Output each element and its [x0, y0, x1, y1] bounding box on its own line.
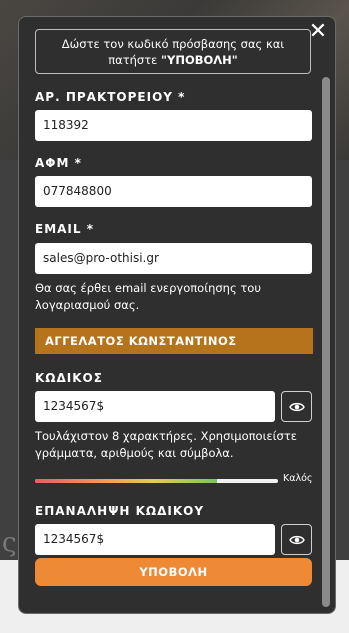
- afm-input[interactable]: 077848800: [35, 176, 312, 207]
- agency-number-label: ΑΡ. ΠΡΑΚΤΟΡΕΙΟΥ *: [35, 90, 186, 104]
- repeat-password-input[interactable]: 1234567$: [35, 524, 275, 555]
- password-visibility-toggle[interactable]: [281, 391, 312, 422]
- eye-icon: [289, 535, 305, 545]
- password-hint: Τουλάχιστον 8 χαρακτήρες. Χρησιμοποιείστ…: [35, 429, 297, 460]
- password-label: ΚΩΔΙΚΟΣ: [35, 371, 103, 385]
- email-label: EMAIL *: [35, 222, 94, 236]
- password-strength-label: Καλός: [283, 473, 313, 484]
- repeat-password-label: ΕΠΑΝΑΛΗΨΗ ΚΩΔΙΚΟΥ: [35, 504, 205, 518]
- email-input[interactable]: sales@pro-othisi.gr: [35, 243, 312, 274]
- background-glyph: ς: [2, 528, 17, 558]
- afm-label: ΑΦΜ *: [35, 156, 82, 170]
- password-strength-fill: [35, 479, 218, 483]
- account-name-banner: ΑΓΓΕΛΑΤΟΣ ΚΩΝΣΤΑΝΤΙΝΟΣ: [35, 328, 313, 354]
- instructions-notice: Δώστε τον κωδικό πρόσβασης σας και πατήσ…: [35, 29, 311, 74]
- scrollbar-thumb[interactable]: [322, 77, 330, 607]
- notice-line-2: πατήστε "ΥΠΟΒΟΛΗ": [36, 52, 310, 68]
- agency-number-input[interactable]: 118392: [35, 110, 312, 141]
- registration-modal: ✕ Δώστε τον κωδικό πρόσβασης σας και πατ…: [18, 16, 336, 614]
- submit-button[interactable]: ΥΠΟΒΟΛΗ: [35, 558, 312, 586]
- email-hint: Θα σας έρθει email ενεργοποίησης του λογ…: [35, 281, 261, 312]
- password-input[interactable]: 1234567$: [35, 391, 275, 422]
- notice-line-2-prefix: πατήστε: [108, 53, 162, 67]
- password-strength-meter: [35, 479, 278, 483]
- modal-scrollbar[interactable]: [322, 61, 330, 607]
- notice-line-1: Δώστε τον κωδικό πρόσβασης σας και: [61, 37, 285, 51]
- repeat-password-visibility-toggle[interactable]: [281, 524, 312, 555]
- notice-submit-word: "ΥΠΟΒΟΛΗ": [161, 53, 238, 67]
- eye-icon: [289, 402, 305, 412]
